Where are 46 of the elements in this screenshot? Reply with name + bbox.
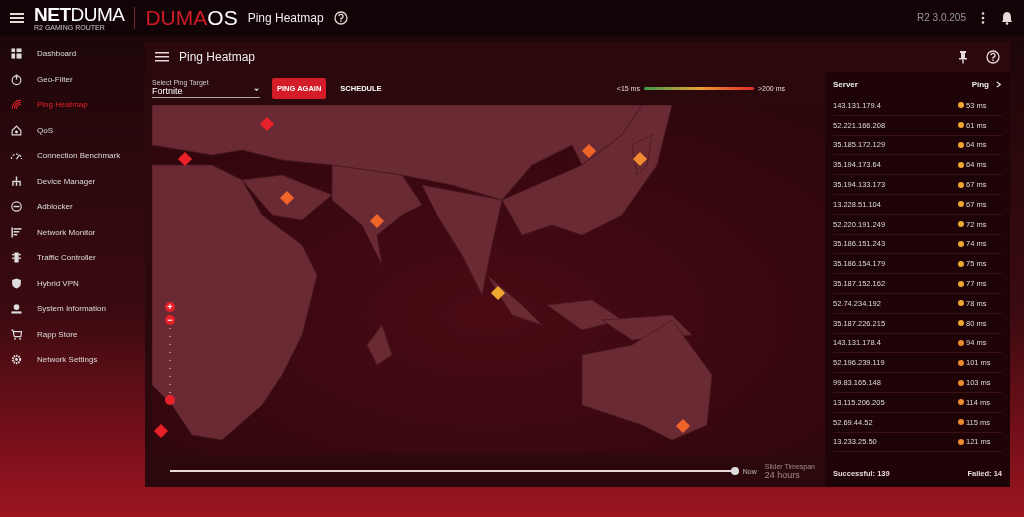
os-logo: DUMAOS [145, 5, 238, 30]
sidebar-item[interactable]: Geo-Filter [0, 66, 135, 92]
menu-icon[interactable] [155, 50, 169, 64]
sidebar-item[interactable]: Dashboard [0, 41, 135, 67]
caret-icon [253, 86, 260, 93]
island-drawing [366, 324, 393, 366]
sidebar-item[interactable]: Connection Benchmark [0, 143, 135, 169]
sidebar-item[interactable]: Adblocker [0, 194, 135, 220]
chevron-right-icon[interactable] [995, 80, 1002, 88]
sidebar-item[interactable]: Ping Heatmap [0, 92, 135, 118]
sidebar-item[interactable]: Traffic Controller [0, 245, 135, 271]
server-marker[interactable] [632, 151, 648, 167]
column-header[interactable]: Ping [971, 79, 989, 89]
sidebar-item[interactable]: Network Settings [0, 347, 135, 373]
firmware-version: R2 3.0.205 [917, 12, 966, 23]
help-icon[interactable] [986, 50, 1000, 64]
zoom-in-button[interactable]: + [165, 302, 175, 312]
sidebar-item[interactable]: Device Manager [0, 168, 135, 194]
gear-icon [10, 353, 23, 367]
pin-icon[interactable] [956, 50, 970, 64]
grid-icon [10, 47, 23, 61]
hierarchy-icon [10, 174, 23, 188]
radar-icon [10, 98, 23, 112]
sidebar-item[interactable]: System Information [0, 296, 135, 322]
help-icon[interactable] [333, 10, 348, 25]
shield-icon [10, 276, 23, 290]
zoom-out-button[interactable]: − [165, 315, 175, 325]
sidebar-item[interactable]: QoS [0, 117, 135, 143]
cart-icon [10, 327, 23, 341]
timeline-thumb[interactable] [730, 467, 739, 475]
server-marker[interactable] [581, 143, 597, 159]
server-marker[interactable] [177, 151, 193, 167]
minus-circle-icon [10, 200, 23, 214]
panel-title: Ping Heatmap [179, 50, 256, 64]
list-chart-icon [10, 225, 23, 239]
sidebar-item[interactable]: Hybrid VPN [0, 270, 135, 296]
menu-icon[interactable] [10, 10, 24, 25]
server-marker[interactable] [490, 285, 506, 301]
sidebar-item[interactable]: Network Monitor [0, 219, 135, 245]
logo: NETDUMA [34, 4, 125, 24]
column-header: Server [833, 79, 858, 89]
traffic-light-icon [10, 251, 23, 265]
bell-icon[interactable] [1000, 10, 1014, 25]
page-title: Ping Heatmap [247, 10, 324, 25]
zoom-slider-thumb[interactable] [165, 395, 175, 405]
sidebar-item[interactable]: Rapp Store [0, 321, 135, 347]
